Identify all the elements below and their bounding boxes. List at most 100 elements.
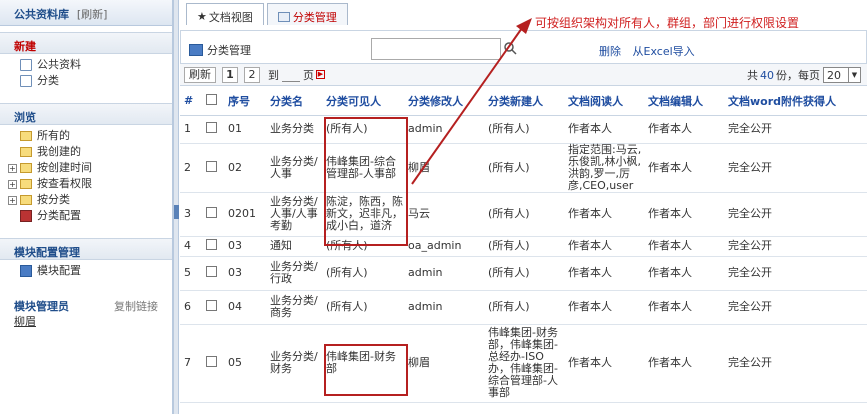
tab-category-management[interactable]: 分类管理 (266, 3, 348, 25)
total-prefix: 共 (747, 69, 758, 82)
browse-item-category-config[interactable]: 分类配置 (0, 208, 172, 224)
cell-select (202, 324, 224, 403)
expand-icon[interactable]: + (8, 195, 17, 205)
expand-icon[interactable]: + (8, 179, 17, 189)
sidebar-splitter[interactable] (173, 0, 179, 414)
collapse-arrow-icon[interactable] (174, 205, 179, 219)
cell-editor: 作者本人 (644, 290, 724, 325)
toolbar-title: 分类管理 (189, 42, 251, 58)
cell-reader: 作者本人 (564, 256, 644, 291)
col-header-visible[interactable]: 分类可见人 (322, 87, 404, 116)
browse-item-by-time[interactable]: + 按创建时间 (0, 160, 172, 176)
cell-word: 完全公开 (724, 324, 867, 403)
new-section-title: 新建 (0, 32, 172, 54)
page-2-button[interactable]: 2 (244, 66, 260, 83)
copy-link-button[interactable]: 复制链接 (114, 298, 158, 313)
cell-index: 6 (180, 290, 202, 325)
row-checkbox[interactable] (206, 356, 217, 367)
table-row[interactable]: 6 04 业务分类/商务 (所有人) admin (所有人) 作者本人 作者本人… (180, 290, 867, 325)
cell-modifier: admin (404, 115, 484, 144)
col-header-index: # (180, 87, 202, 116)
col-header-editor[interactable]: 文档编辑人 (644, 87, 724, 116)
cell-index: 4 (180, 236, 202, 257)
row-checkbox[interactable] (206, 239, 217, 250)
browse-item-by-category[interactable]: + 按分类 (0, 192, 172, 208)
cell-name: 业务分类/行政 (266, 256, 322, 291)
star-icon: ★ (197, 10, 207, 23)
goto-page-input[interactable] (282, 68, 300, 82)
new-item-public-doc[interactable]: 公共资料 (0, 57, 172, 73)
refresh-button[interactable]: 刷新 (184, 66, 216, 83)
cell-editor: 作者本人 (644, 192, 724, 237)
page-size-value: 20 (827, 68, 841, 82)
import-excel-button[interactable]: 从Excel导入 (633, 45, 695, 58)
expand-icon[interactable]: + (8, 163, 17, 173)
cell-word: 完全公开 (724, 192, 867, 237)
cell-word: 完全公开 (724, 115, 867, 144)
main-panel: ★ 文档视图 分类管理 分类管理 删除 从Excel导入 刷新 1 2 到 页 ▶… (180, 0, 867, 414)
col-header-modifier[interactable]: 分类修改人 (404, 87, 484, 116)
row-checkbox[interactable] (206, 122, 217, 133)
goto-suffix: 页 (303, 68, 314, 82)
cell-modifier: 马云 (404, 192, 484, 237)
annotation-text: 可按组织架构对所有人，群组，部门进行权限设置 (534, 16, 799, 30)
cell-name: 业务分类/人事 (266, 143, 322, 193)
col-header-word[interactable]: 文档word附件获得人 (724, 87, 867, 116)
new-item-label: 分类 (37, 74, 59, 87)
col-header-creator[interactable]: 分类新建人 (484, 87, 564, 116)
col-header-seq[interactable]: 序号 (224, 87, 266, 116)
table-row[interactable]: 3 0201 业务分类/人事/人事考勤 陈淀，陈西，陈新文，迟非凡，成小白，道济… (180, 192, 867, 237)
highlight-box-bottom (324, 344, 408, 396)
go-arrow-icon[interactable]: ▶ (316, 70, 325, 79)
page-1-button[interactable]: 1 (222, 66, 238, 83)
col-header-name[interactable]: 分类名 (266, 87, 322, 116)
row-checkbox[interactable] (206, 266, 217, 277)
cell-select (202, 256, 224, 291)
browse-item-mine[interactable]: 我创建的 (0, 144, 172, 160)
select-all-checkbox[interactable] (206, 93, 217, 105)
admin-user-link[interactable]: 柳眉 (0, 313, 172, 329)
chevron-down-icon: ▼ (848, 68, 860, 82)
search-input[interactable] (371, 38, 501, 60)
delete-button[interactable]: 删除 (599, 45, 621, 58)
sidebar-header: 公共资料库 [刷新] (0, 0, 172, 26)
row-checkbox[interactable] (206, 300, 217, 311)
cell-select (202, 115, 224, 144)
col-header-select (202, 87, 224, 116)
cell-creator: (所有人) (484, 290, 564, 325)
folder-icon (20, 179, 32, 189)
table-row[interactable]: 7 05 业务分类/财务 伟峰集团-财务部 柳眉 伟峰集团-财务部，伟峰集团-总… (180, 324, 867, 403)
folder-icon (20, 131, 32, 141)
row-checkbox[interactable] (206, 207, 217, 218)
refresh-link[interactable]: [刷新] (77, 8, 108, 21)
cell-creator: (所有人) (484, 236, 564, 257)
row-checkbox[interactable] (206, 160, 217, 172)
table-row[interactable]: 4 03 通知 (所有人) oa_admin (所有人) 作者本人 作者本人 完… (180, 236, 867, 257)
new-item-category[interactable]: 分类 (0, 73, 172, 89)
cell-creator: 伟峰集团-财务部，伟峰集团-总经办-ISO办，伟峰集团-综合管理部-人事部 (484, 324, 564, 403)
table-row[interactable]: 5 03 业务分类/行政 (所有人) admin (所有人) 作者本人 作者本人… (180, 256, 867, 291)
tab-document-view[interactable]: ★ 文档视图 (186, 3, 264, 25)
toolbar: 分类管理 删除 从Excel导入 (180, 30, 867, 64)
table-row[interactable]: 2 02 业务分类/人事 伟峰集团-综合管理部-人事部 柳眉 (所有人) 指定范… (180, 143, 867, 193)
module-config-item[interactable]: 模块配置 (0, 263, 172, 279)
table-row[interactable]: 1 01 业务分类 (所有人) admin (所有人) 作者本人 作者本人 完全… (180, 115, 867, 144)
cell-word: 完全公开 (724, 290, 867, 325)
browse-item-all[interactable]: 所有的 (0, 128, 172, 144)
cell-name: 业务分类/人事/人事考勤 (266, 192, 322, 237)
sidebar-title: 公共资料库 (14, 8, 69, 21)
browse-item-label: 分类配置 (37, 209, 81, 222)
browse-item-by-permission[interactable]: + 按查看权限 (0, 176, 172, 192)
browse-item-label: 按查看权限 (37, 177, 92, 190)
cell-seq: 03 (224, 236, 266, 257)
cell-creator: (所有人) (484, 115, 564, 144)
cell-word: 完全公开 (724, 236, 867, 257)
goto-prefix: 到 (268, 68, 279, 82)
page-size-select[interactable]: 20 ▼ (823, 67, 861, 83)
col-header-reader[interactable]: 文档阅读人 (564, 87, 644, 116)
cell-modifier: 柳眉 (404, 143, 484, 193)
cell-modifier: admin (404, 256, 484, 291)
search-icon[interactable] (503, 41, 517, 55)
cell-seq: 02 (224, 143, 266, 193)
cell-modifier: admin (404, 290, 484, 325)
